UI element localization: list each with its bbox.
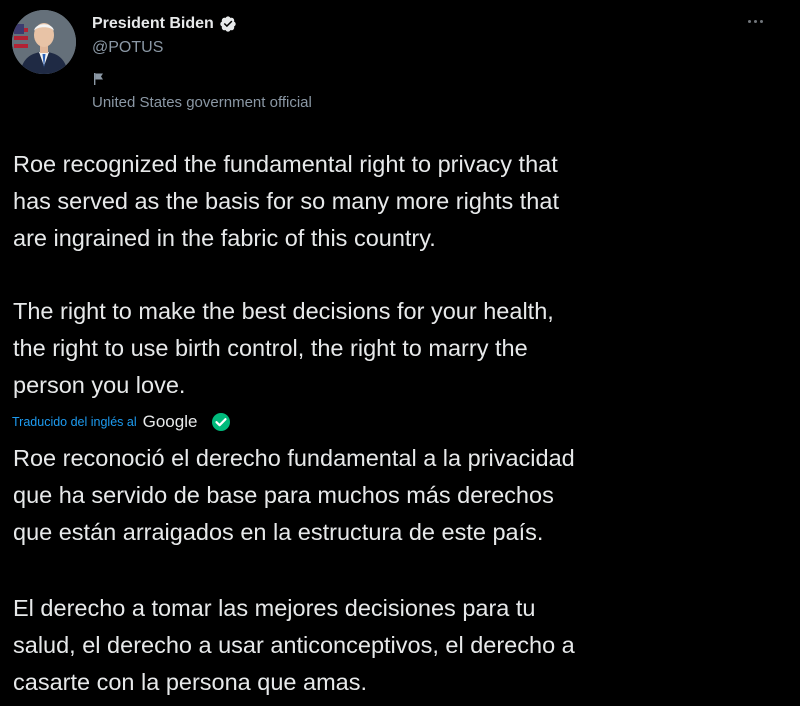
more-options-button[interactable] bbox=[738, 4, 772, 38]
display-name[interactable]: President Biden bbox=[92, 15, 214, 33]
tweet: President Biden @POTUS United States gov… bbox=[0, 0, 800, 706]
tweet-paragraph-2: The right to make the best decisions for… bbox=[13, 298, 554, 398]
translation-label[interactable]: Traducido del inglés al bbox=[12, 415, 137, 429]
check-badge-icon bbox=[212, 413, 231, 431]
verified-badge-icon bbox=[220, 16, 236, 32]
government-label: United States government official bbox=[92, 94, 312, 111]
translated-paragraph-1: Roe reconoció el derecho fundamental a l… bbox=[13, 445, 575, 545]
avatar[interactable] bbox=[12, 10, 76, 74]
more-options-icon bbox=[746, 19, 764, 23]
google-logo: Google bbox=[142, 412, 198, 431]
author-handle[interactable]: @POTUS bbox=[92, 39, 163, 57]
flag-icon bbox=[94, 73, 103, 85]
author-name-row: President Biden bbox=[92, 13, 237, 35]
translation-attribution: Traducido del inglés al Google bbox=[12, 410, 231, 434]
tweet-paragraph-1: Roe recognized the fundamental right to … bbox=[13, 151, 559, 251]
translated-paragraph-2: El derecho a tomar las mejores decisione… bbox=[13, 595, 575, 695]
avatar-image bbox=[12, 10, 76, 74]
